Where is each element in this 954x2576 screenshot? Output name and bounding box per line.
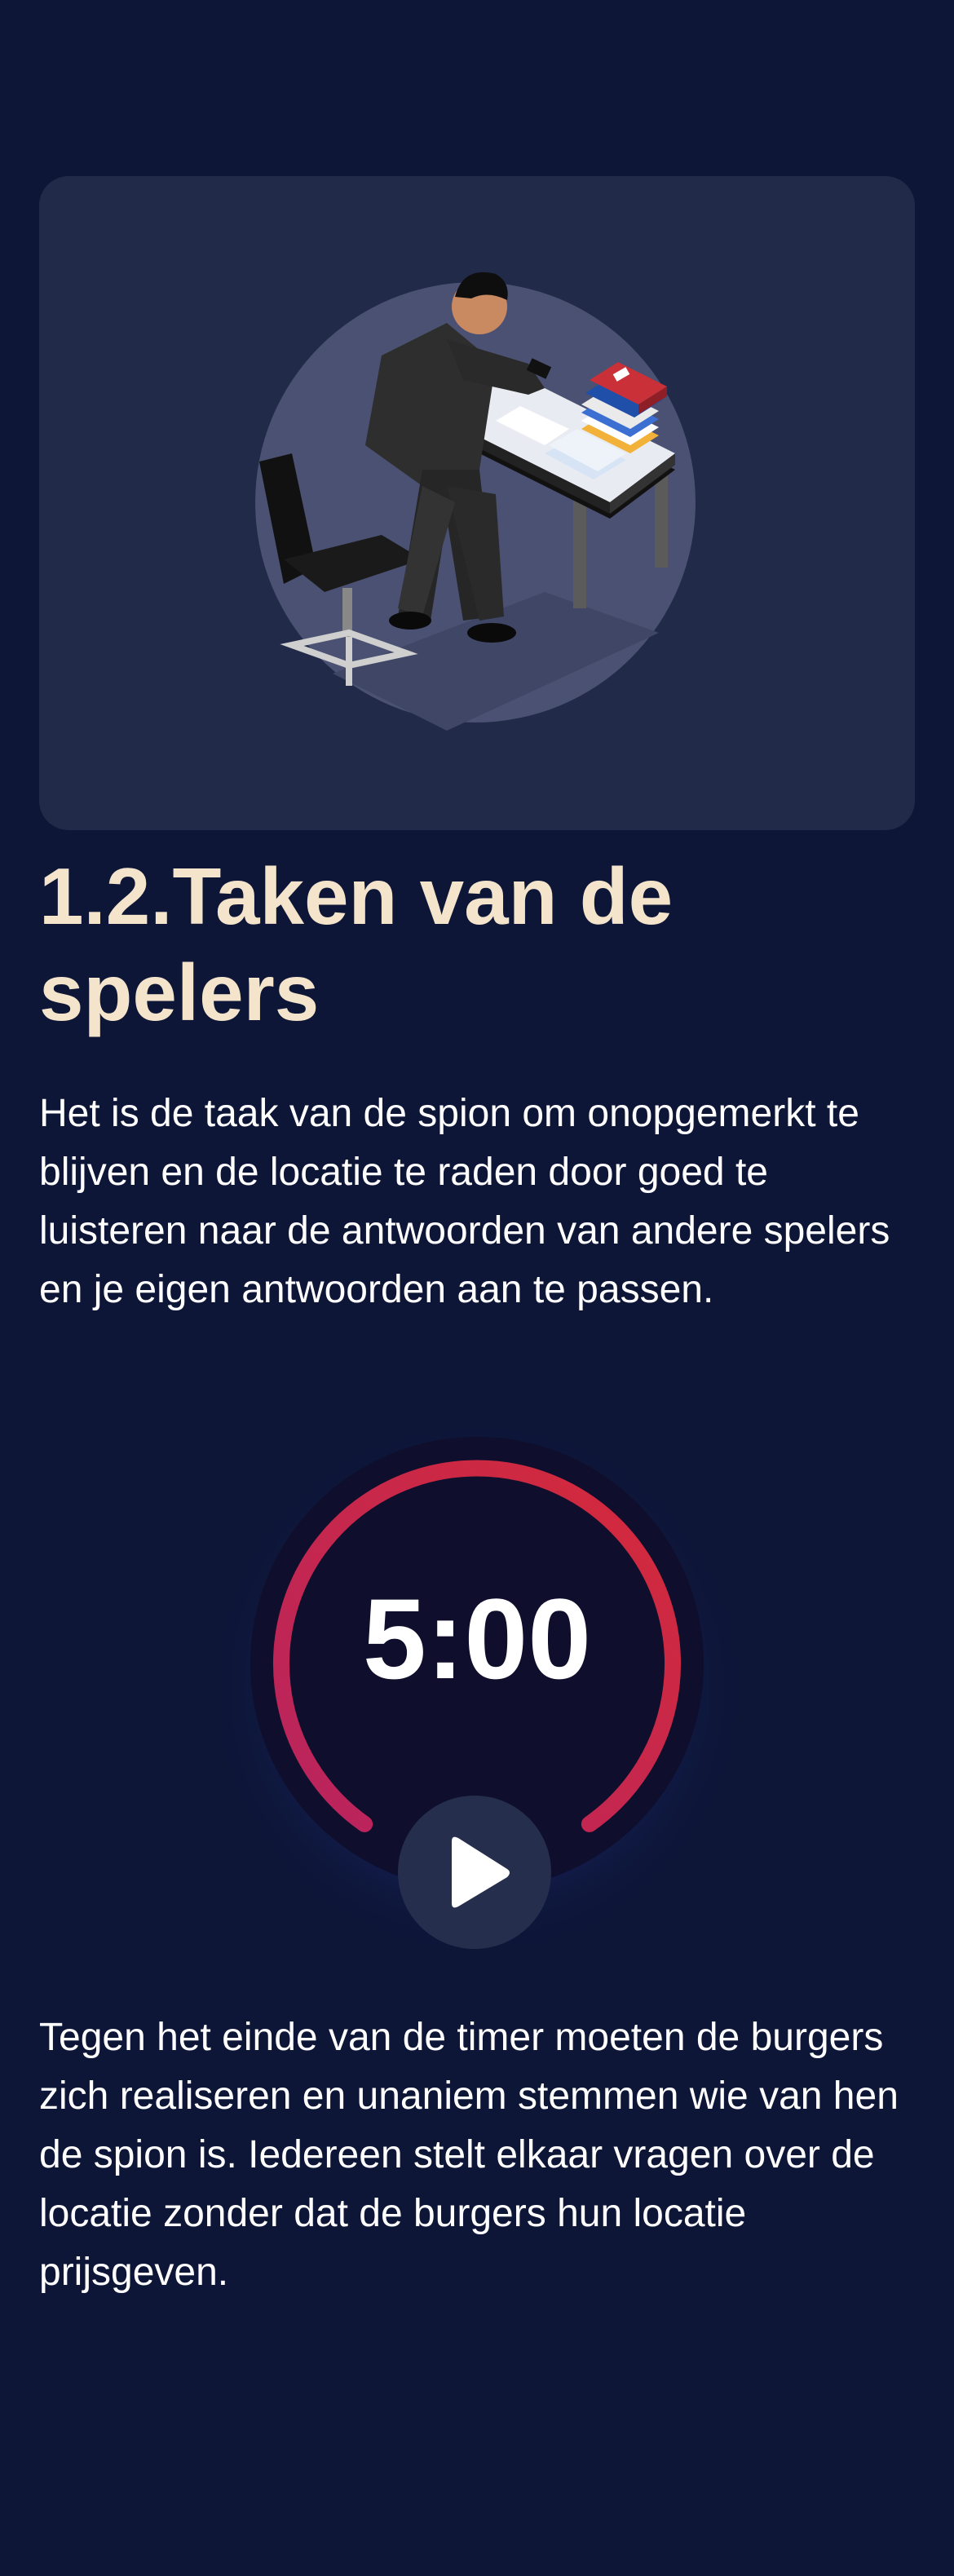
spy-task-paragraph: Het is de taak van de spion om onopgemer… [39,1092,890,1311]
timer-widget: 5:00 [207,1419,747,1959]
play-button[interactable] [398,1796,551,1949]
section-title: 1.2.Taken van de spelers [39,851,674,1037]
play-icon [452,1836,510,1908]
illustration-card [39,176,915,830]
spy-at-desk-illustration [255,272,696,731]
citizens-task-paragraph: Tegen het einde van de timer moeten de b… [39,2016,899,2294]
timer-display: 5:00 [362,1575,592,1703]
